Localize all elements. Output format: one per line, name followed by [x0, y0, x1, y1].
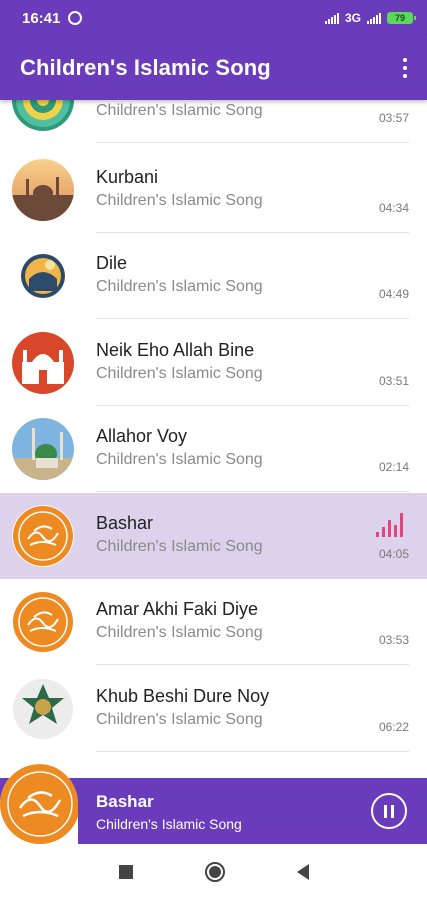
system-nav-bar [0, 844, 427, 900]
song-title: Kurbani [96, 167, 159, 187]
equalizer-icon [376, 513, 403, 537]
song-duration: 04:05 [378, 547, 409, 561]
song-duration: 03:51 [378, 374, 409, 388]
app-bar: Children's Islamic Song [0, 36, 427, 100]
now-playing-artwork [0, 764, 78, 844]
song-row-active[interactable]: Bashar Children's Islamic Song 04:05 [0, 493, 427, 579]
song-thumbnail [12, 332, 74, 394]
song-subtitle: Children's Islamic Song [96, 624, 263, 641]
song-subtitle: Children's Islamic Song [96, 451, 263, 468]
recents-square-icon[interactable] [118, 865, 133, 879]
now-playing-title: Bashar [96, 792, 154, 811]
signal-icon [324, 12, 339, 24]
row-divider [96, 318, 409, 319]
song-thumbnail [12, 418, 74, 480]
signal-icon-2 [367, 12, 381, 24]
song-duration: 04:49 [378, 287, 409, 301]
network-type: 3G [344, 11, 361, 25]
song-subtitle: Children's Islamic Song [96, 102, 263, 119]
song-title: Bashar [96, 513, 154, 533]
song-row[interactable]: Neik Eho Allah Bine Children's Islamic S… [0, 320, 427, 406]
song-row[interactable]: Khub Beshi Dure Noy Children's Islamic S… [0, 666, 427, 752]
song-subtitle: Children's Islamic Song [96, 711, 263, 728]
home-circle-icon[interactable] [204, 862, 225, 882]
song-thumbnail [12, 245, 74, 307]
song-row[interactable]: Dile Children's Islamic Song 04:49 [0, 233, 427, 319]
song-duration: 06:22 [378, 720, 409, 734]
song-subtitle: Children's Islamic Song [96, 538, 263, 555]
song-title: Amar Akhi Faki Diye [96, 599, 259, 619]
song-thumbnail [12, 678, 74, 740]
song-duration: 04:34 [378, 201, 409, 215]
status-right: 3G 79 [324, 11, 416, 25]
now-playing-bar[interactable]: Bashar Children's Islamic Song [0, 764, 427, 844]
row-divider [96, 491, 409, 492]
alarm-icon [68, 11, 83, 25]
battery-icon: 79 [387, 12, 416, 24]
song-row[interactable]: Allahor Voy Children's Islamic Song 02:1… [0, 406, 427, 492]
status-bar: 16:41 3G 79 [0, 0, 427, 36]
row-divider [96, 664, 409, 665]
song-subtitle: Children's Islamic Song [96, 365, 263, 382]
song-thumbnail [12, 505, 74, 567]
song-title: Allahor Voy [96, 426, 188, 446]
song-title: Neik Eho Allah Bine [96, 340, 255, 360]
pause-icon[interactable] [371, 793, 407, 829]
song-duration: 02:14 [378, 460, 409, 474]
back-triangle-icon[interactable] [296, 864, 309, 880]
status-time: 16:41 [22, 9, 61, 27]
song-title: Khub Beshi Dure Noy [96, 686, 270, 706]
song-thumbnail [12, 591, 74, 653]
song-row[interactable]: Children's Islamic Song 03:57 [0, 100, 427, 143]
song-list[interactable]: Children's Islamic Song 03:57 Kurbani Ch… [0, 100, 427, 778]
song-subtitle: Children's Islamic Song [96, 192, 263, 209]
song-row[interactable]: Kurbani Children's Islamic Song 04:34 [0, 147, 427, 233]
battery-level: 79 [394, 13, 405, 23]
song-duration: 03:57 [378, 111, 409, 125]
now-playing-subtitle: Children's Islamic Song [96, 816, 242, 832]
app-title: Children's Islamic Song [20, 55, 271, 80]
song-row[interactable]: Amar Akhi Faki Diye Children's Islamic S… [0, 579, 427, 665]
song-thumbnail [12, 159, 74, 221]
song-duration: 03:53 [378, 633, 409, 647]
song-title: Dile [96, 253, 128, 273]
more-vertical-icon[interactable] [395, 53, 415, 83]
song-thumbnail [12, 100, 74, 131]
row-divider [96, 142, 409, 143]
song-subtitle: Children's Islamic Song [96, 278, 263, 295]
